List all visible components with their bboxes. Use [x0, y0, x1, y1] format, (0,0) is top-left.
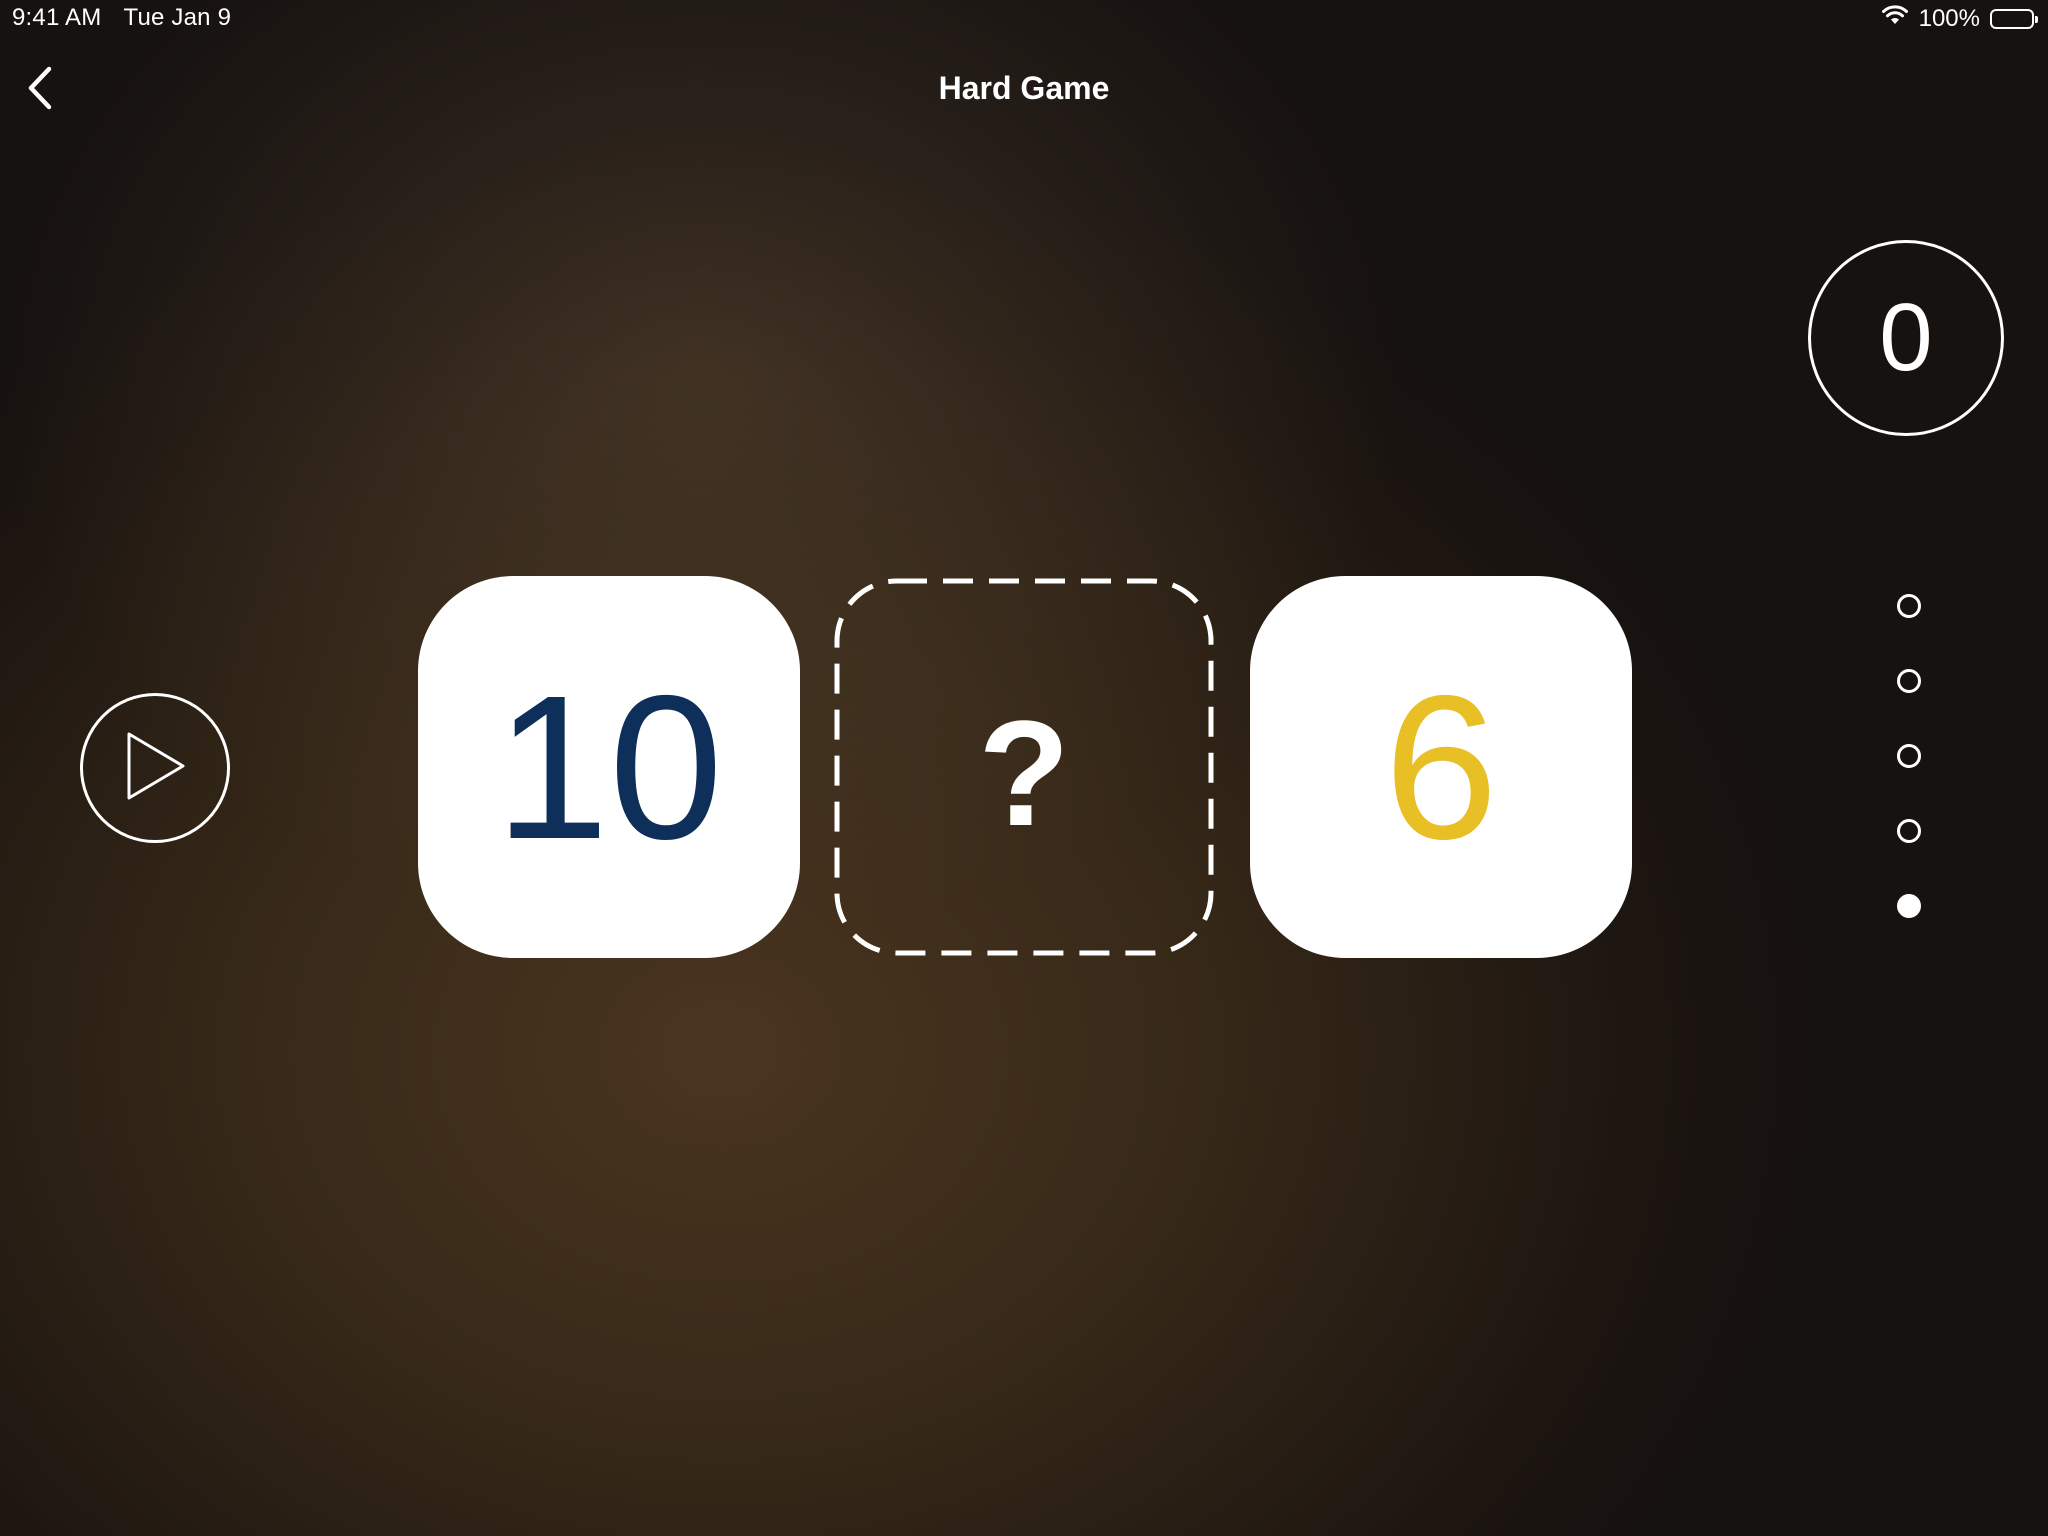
status-bar-right: 100% [1881, 4, 2038, 33]
number-card-right[interactable]: 6 [1250, 576, 1632, 958]
left-number: 10 [494, 652, 724, 882]
progress-indicator [1894, 594, 1924, 918]
status-time: 9:41 AM [12, 4, 102, 31]
battery-percent: 100% [1918, 4, 1980, 32]
status-bar-left: 9:41 AM Tue Jan 9 [12, 4, 231, 32]
status-date: Tue Jan 9 [123, 4, 232, 31]
answer-placeholder: ? [978, 688, 1070, 857]
play-icon [120, 728, 190, 809]
answer-slot[interactable]: ? [834, 578, 1214, 956]
progress-dot [1897, 594, 1921, 618]
right-number: 6 [1383, 652, 1498, 882]
progress-dot [1897, 744, 1921, 768]
battery-icon [1990, 8, 2038, 29]
progress-dot-current [1897, 894, 1921, 918]
page-title: Hard Game [938, 70, 1110, 106]
score-value: 0 [1879, 284, 1933, 391]
score-display: 0 [1808, 240, 2004, 436]
progress-dot [1897, 819, 1921, 843]
progress-dot [1897, 669, 1921, 693]
play-button[interactable] [80, 693, 230, 843]
wifi-icon [1881, 4, 1909, 33]
number-card-left[interactable]: 10 [418, 576, 800, 958]
